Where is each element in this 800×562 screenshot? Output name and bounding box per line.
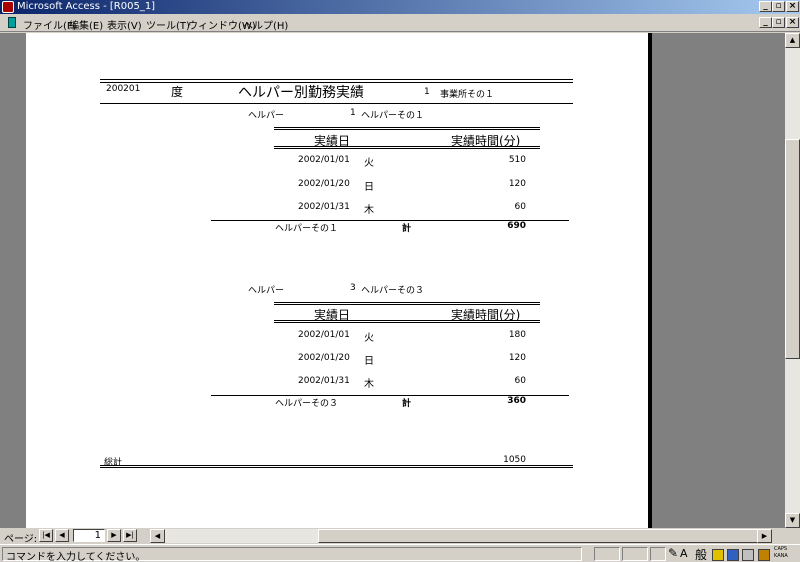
status-pane-3 [650,547,666,561]
row-day-of-week: 木 [364,379,374,390]
close-button[interactable]: × [786,1,799,12]
row-date: 2002/01/20 [298,179,350,189]
ime-input-mode-icon[interactable]: A [680,547,688,560]
helper-label: ヘルパー [248,286,285,296]
status-message: コマンドを入力してください。 [6,552,146,562]
row-date: 2002/01/31 [298,202,350,212]
next-page-button[interactable]: ▶ [107,529,121,542]
office-name: 事業所その１ [440,90,495,100]
row-date: 2002/01/20 [298,353,350,363]
helper-number: 3 [350,283,356,293]
column-header-bottom-rule [274,320,540,323]
status-bar: コマンドを入力してください。 ✎ A 般 CAPS KANA [0,544,800,562]
horizontal-scrollbar[interactable]: ◀ ▶ [150,529,772,543]
prev-page-button[interactable]: ◀ [55,529,69,542]
title-bar: Microsoft Access - [R005_1] _ ▫ × [0,0,800,14]
row-day-of-week: 日 [364,182,374,193]
grand-total-value: 1050 [503,455,526,465]
group-total-label: 計 [402,399,412,409]
page-number-input[interactable]: 1 [73,529,105,542]
vertical-scrollbar[interactable]: ▲ ▼ [785,33,800,528]
row-minutes: 180 [508,330,526,340]
doc-restore-button[interactable]: ▫ [772,17,785,28]
horizontal-scroll-thumb[interactable] [318,529,768,543]
group-footer-name: ヘルパーその３ [275,399,339,409]
header-top-rule [100,79,573,80]
group-total: 360 [507,396,526,406]
row-day-of-week: 火 [364,333,374,344]
ime-mode[interactable]: 般 [695,546,707,562]
menu-bar: ファイル(F) 編集(E) 表示(V) ツール(T) ウィンドウ(W) ヘルプ(… [0,14,800,32]
column-header-top-rule [274,127,540,130]
minimize-button[interactable]: _ [759,1,772,12]
row-date: 2002/01/01 [298,155,350,165]
ime-pad-icon[interactable] [727,549,739,561]
row-date: 2002/01/01 [298,330,350,340]
doc-minimize-button[interactable]: _ [759,17,772,28]
column-header-bottom-rule [274,146,540,149]
row-minutes: 60 [514,376,526,386]
status-pane-2 [622,547,648,561]
row-minutes: 120 [508,179,526,189]
row-minutes: 510 [508,155,526,165]
restore-button[interactable]: ▫ [772,1,785,12]
scroll-down-button[interactable]: ▼ [785,513,800,528]
ime-convert-icon[interactable] [712,549,724,561]
helper-label: ヘルパー [248,111,285,121]
window-title: Microsoft Access - [R005_1] [17,1,156,12]
print-preview-area: 200201 度 ヘルパー別勤務実績 1 事業所その１ ヘルパー 1 ヘルパーそ… [0,33,800,528]
doc-close-button[interactable]: × [786,17,799,28]
menu-help[interactable]: ヘルプ(H) [243,17,288,32]
group-footer-name: ヘルパーその１ [275,224,339,234]
page-label: ページ: [4,534,38,545]
scroll-up-button[interactable]: ▲ [785,33,800,48]
ime-help-icon[interactable] [758,549,770,561]
column-header-top-rule [274,302,540,305]
report-document-icon[interactable] [8,17,16,28]
group-total-label: 計 [402,224,412,234]
record-navigation-bar: ページ: |◀ ◀ 1 ▶ ▶| ◀ ▶ [0,528,800,545]
header-bottom-rule [100,103,573,104]
group-total: 690 [507,221,526,231]
helper-number: 1 [350,108,356,118]
vertical-scroll-thumb[interactable] [785,139,800,359]
status-pane-1 [594,547,620,561]
row-day-of-week: 木 [364,205,374,216]
access-app-icon[interactable] [2,1,14,13]
scroll-left-button[interactable]: ◀ [150,529,165,543]
last-page-button[interactable]: ▶| [123,529,137,542]
menu-edit[interactable]: 編集(E) [69,17,103,32]
row-day-of-week: 火 [364,158,374,169]
helper-name: ヘルパーその１ [361,111,425,121]
row-minutes: 120 [508,353,526,363]
caps-indicator: CAPS [774,546,788,552]
first-page-button[interactable]: |◀ [39,529,53,542]
page-shadow [648,33,652,528]
kana-indicator: KANA [774,553,788,559]
row-day-of-week: 日 [364,356,374,367]
menu-tools[interactable]: ツール(T) [146,17,190,32]
ime-pen-icon[interactable]: ✎ [668,546,678,560]
row-minutes: 60 [514,202,526,212]
office-number: 1 [424,87,430,97]
report-title: ヘルパー別勤務実績 [238,85,364,101]
report-year-month: 200201 [106,84,141,94]
menu-view[interactable]: 表示(V) [107,17,142,32]
ime-dictionary-icon[interactable] [742,549,754,561]
report-nendo: 度 [171,85,184,99]
row-date: 2002/01/31 [298,376,350,386]
grand-total-rule [100,465,573,468]
report-page: 200201 度 ヘルパー別勤務実績 1 事業所その１ ヘルパー 1 ヘルパーそ… [26,33,648,528]
scroll-right-button[interactable]: ▶ [757,529,772,543]
helper-name: ヘルパーその３ [361,286,425,296]
